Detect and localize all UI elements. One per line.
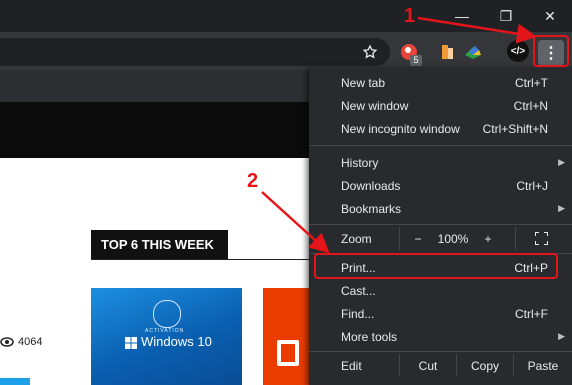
menu-separator <box>309 224 572 225</box>
windows-logo-icon <box>125 336 137 349</box>
menu-label: Downloads <box>341 178 401 193</box>
devtools-glyph: </> <box>510 45 526 57</box>
eye-icon <box>0 337 14 347</box>
menu-separator <box>309 351 572 352</box>
zoom-in-glyph: + <box>484 231 492 246</box>
fullscreen-icon[interactable] <box>529 227 553 250</box>
extension-icon-multicolor[interactable] <box>462 42 484 62</box>
cut-button[interactable]: Cut <box>400 354 456 377</box>
edit-label: Edit <box>341 359 362 373</box>
chrome-main-menu: New tab Ctrl+T New window Ctrl+N New inc… <box>309 67 572 385</box>
highlight-menu-button <box>533 35 569 67</box>
title-bar: — ❐ ✕ <box>0 0 572 32</box>
menu-shortcut: Ctrl+N <box>513 98 548 113</box>
menu-item-zoom: Zoom − 100% + <box>309 227 572 250</box>
menu-shortcut: Ctrl+F <box>515 306 548 321</box>
step-2-label: 2 <box>247 170 259 192</box>
extension-icon-orange[interactable] <box>438 42 458 62</box>
menu-separator <box>309 145 572 146</box>
menu-item-downloads[interactable]: Downloads Ctrl+J <box>309 174 572 197</box>
menu-item-new-incognito[interactable]: New incognito window Ctrl+Shift+N <box>309 117 572 140</box>
section-heading: TOP 6 THIS WEEK <box>91 230 228 260</box>
submenu-arrow-icon: ▶ <box>558 203 565 213</box>
menu-shortcut: Ctrl+J <box>516 178 548 193</box>
devtools-extension-icon[interactable]: </> <box>507 40 529 62</box>
minimize-icon[interactable]: — <box>440 0 484 32</box>
zoom-label: Zoom <box>341 232 372 246</box>
menu-item-new-tab[interactable]: New tab Ctrl+T <box>309 71 572 94</box>
article-thumbnail-windows10[interactable]: ACTIVATION Windows 10 <box>91 288 242 385</box>
restore-icon[interactable]: ❐ <box>484 0 528 32</box>
office-logo-icon <box>277 340 299 366</box>
menu-label: Cast... <box>341 283 376 298</box>
submenu-arrow-icon: ▶ <box>558 157 565 167</box>
zoom-value: 100% <box>437 231 469 246</box>
menu-item-find[interactable]: Find... Ctrl+F <box>309 302 572 325</box>
extension-badge: 5 <box>410 55 422 66</box>
menu-label: New tab <box>341 75 386 90</box>
menu-label: Bookmarks <box>341 201 402 216</box>
copy-button[interactable]: Copy <box>457 354 513 377</box>
menu-label: New window <box>341 98 409 113</box>
star-icon[interactable] <box>360 42 380 62</box>
view-count-value: 4064 <box>18 336 43 348</box>
menu-label: Find... <box>341 306 375 321</box>
menu-item-new-window[interactable]: New window Ctrl+N <box>309 94 572 117</box>
menu-shortcut: Ctrl+Shift+N <box>482 121 548 136</box>
menu-label: History <box>341 155 379 170</box>
menu-item-history[interactable]: History ▶ <box>309 151 572 174</box>
zoom-divider <box>515 227 516 250</box>
menu-item-cast[interactable]: Cast... <box>309 279 572 302</box>
zoom-divider <box>399 227 400 250</box>
blue-button-edge[interactable] <box>0 378 30 385</box>
zoom-out-glyph: − <box>414 231 422 246</box>
zoom-in-button[interactable]: + <box>477 227 499 250</box>
menu-label: New incognito window <box>341 121 460 136</box>
view-count: 4064 <box>0 336 42 348</box>
step-1-label: 1 <box>404 5 416 27</box>
address-bar[interactable] <box>0 38 390 66</box>
menu-label: More tools <box>341 329 398 344</box>
thumbnail-title: Windows 10 <box>141 334 212 349</box>
menu-shortcut: Ctrl+T <box>515 75 548 90</box>
menu-item-bookmarks[interactable]: Bookmarks ▶ <box>309 197 572 220</box>
highlight-print-item <box>314 253 558 279</box>
restore-glyph: ❐ <box>499 7 513 24</box>
menu-item-more-tools[interactable]: More tools ▶ <box>309 325 572 348</box>
close-icon[interactable]: ✕ <box>528 0 572 32</box>
minimize-glyph: — <box>455 8 469 24</box>
submenu-arrow-icon: ▶ <box>558 331 565 341</box>
close-glyph: ✕ <box>544 7 556 24</box>
power-icon <box>153 300 181 328</box>
paste-button[interactable]: Paste <box>514 354 572 377</box>
heading-underline <box>91 259 321 260</box>
zoom-out-button[interactable]: − <box>407 227 429 250</box>
